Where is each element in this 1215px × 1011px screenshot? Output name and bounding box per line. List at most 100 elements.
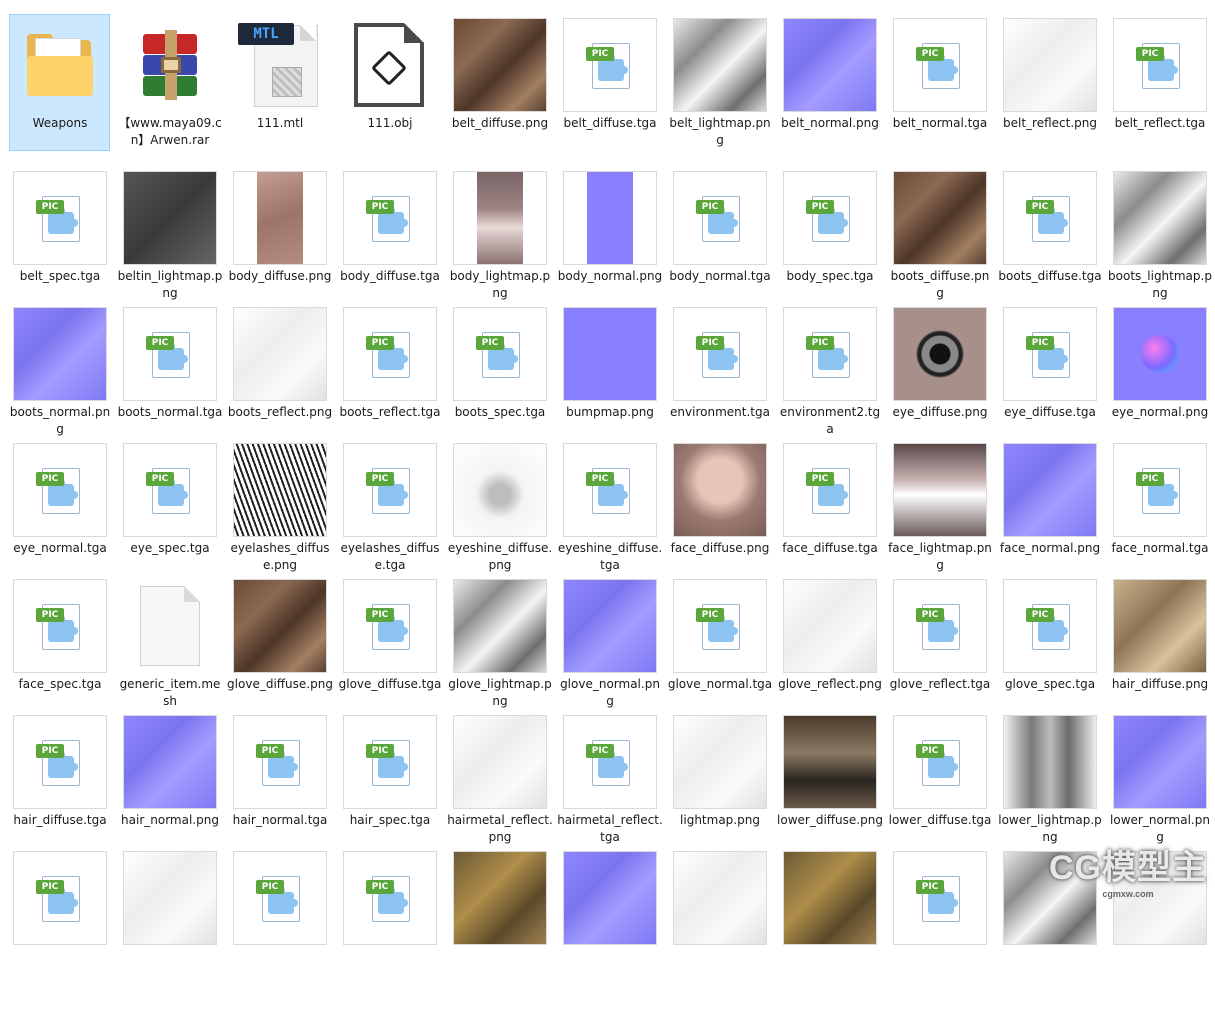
file-thumbnail: PIC xyxy=(673,171,767,265)
generic-image-file-icon: PIC xyxy=(806,330,854,378)
generic-image-file-icon: PIC xyxy=(366,194,414,242)
file-name-label: hairmetal_reflect.png xyxy=(447,813,553,844)
file-thumbnail: PIC xyxy=(893,18,987,112)
file-item[interactable]: PIC xyxy=(335,851,445,1011)
file-name-label: glove_spec.tga xyxy=(1004,677,1096,691)
file-name-label: beltin_lightmap.png xyxy=(117,269,223,300)
file-item[interactable] xyxy=(665,851,775,1011)
generic-image-file-icon: PIC xyxy=(696,330,744,378)
file-item[interactable] xyxy=(555,851,665,1011)
texture-thumbnail xyxy=(234,444,326,536)
file-name-label: body_normal.png xyxy=(557,269,663,283)
file-name-label: bumpmap.png xyxy=(566,405,654,419)
generic-image-file-icon: PIC xyxy=(366,602,414,650)
generic-image-file-icon: PIC xyxy=(146,330,194,378)
generic-image-file-icon: PIC xyxy=(146,466,194,514)
file-name-label: body_spec.tga xyxy=(786,269,874,283)
file-name-label: belt_diffuse.png xyxy=(451,116,549,130)
texture-thumbnail xyxy=(454,580,546,672)
file-thumbnail: PIC xyxy=(343,579,437,673)
file-thumbnail xyxy=(893,171,987,265)
file-thumbnail xyxy=(453,443,547,537)
file-thumbnail: PIC xyxy=(893,715,987,809)
folder-item[interactable]: Weapons xyxy=(5,14,115,178)
winrar-archive-icon xyxy=(135,30,205,100)
file-thumbnail: PIC xyxy=(783,307,877,401)
file-item[interactable]: belt_diffuse.png xyxy=(445,18,555,178)
file-thumbnail: PIC xyxy=(673,579,767,673)
file-thumbnail xyxy=(233,171,327,265)
folder-icon xyxy=(27,34,93,96)
file-item[interactable]: 111.obj xyxy=(335,18,445,178)
texture-thumbnail xyxy=(1004,716,1096,808)
file-name-label: glove_reflect.png xyxy=(778,677,882,691)
file-item[interactable]: 【www.maya09.cn】Arwen.rar xyxy=(115,18,225,178)
file-name-label: body_diffuse.tga xyxy=(340,269,440,283)
texture-thumbnail xyxy=(1004,19,1096,111)
texture-thumbnail xyxy=(784,852,876,944)
generic-image-file-icon: PIC xyxy=(1026,194,1074,242)
file-item[interactable]: PIC xyxy=(225,851,335,1011)
file-item[interactable]: PIC belt_diffuse.tga xyxy=(555,18,665,178)
texture-thumbnail xyxy=(124,852,216,944)
file-item[interactable]: PIC belt_reflect.tga xyxy=(1105,18,1215,178)
file-name-label: lightmap.png xyxy=(680,813,760,827)
mtl-badge: MTL xyxy=(238,23,294,45)
file-item[interactable] xyxy=(775,851,885,1011)
file-name-label: glove_normal.tga xyxy=(667,677,773,691)
file-item[interactable]: belt_normal.png xyxy=(775,18,885,178)
file-item[interactable]: PIC belt_normal.tga xyxy=(885,18,995,178)
file-thumbnail: PIC xyxy=(343,851,437,945)
file-name-label: eye_diffuse.tga xyxy=(1004,405,1096,419)
file-name-label: eye_normal.png xyxy=(1111,405,1209,419)
file-thumbnail: PIC xyxy=(13,851,107,945)
file-name-label: belt_normal.png xyxy=(781,116,879,130)
file-item[interactable]: belt_reflect.png xyxy=(995,18,1105,178)
file-item[interactable]: MTL 111.mtl xyxy=(225,18,335,178)
file-item[interactable] xyxy=(445,851,555,1011)
file-thumbnail xyxy=(673,715,767,809)
file-name-label: 【www.maya09.cn】Arwen.rar xyxy=(118,116,222,147)
file-name-label: body_lightmap.png xyxy=(449,269,551,300)
file-name-label: body_normal.tga xyxy=(669,269,771,283)
file-name-label: generic_item.mesh xyxy=(119,677,221,708)
file-name-label: belt_diffuse.tga xyxy=(563,116,657,130)
file-thumbnail: PIC xyxy=(893,851,987,945)
generic-image-file-icon: PIC xyxy=(586,41,634,89)
file-thumbnail: PIC xyxy=(123,307,217,401)
file-thumbnail xyxy=(453,851,547,945)
file-thumbnail xyxy=(1113,171,1207,265)
file-thumbnail xyxy=(673,443,767,537)
file-thumbnail xyxy=(673,18,767,112)
file-thumbnail xyxy=(563,171,657,265)
texture-thumbnail xyxy=(564,308,656,400)
file-thumbnail: MTL xyxy=(233,18,327,112)
texture-thumbnail xyxy=(784,716,876,808)
file-name-label: boots_diffuse.tga xyxy=(998,269,1102,283)
texture-thumbnail xyxy=(477,172,523,264)
generic-image-file-icon: PIC xyxy=(1026,330,1074,378)
file-item[interactable]: belt_lightmap.png xyxy=(665,18,775,178)
file-thumbnail xyxy=(123,579,217,673)
file-name-label: hair_normal.tga xyxy=(232,813,328,827)
file-thumbnail xyxy=(123,171,217,265)
texture-thumbnail xyxy=(894,308,986,400)
file-thumbnail xyxy=(893,307,987,401)
file-name-label: glove_lightmap.png xyxy=(448,677,552,708)
file-name-label: boots_spec.tga xyxy=(454,405,546,419)
file-item[interactable]: PIC xyxy=(885,851,995,1011)
file-thumbnail xyxy=(1003,715,1097,809)
file-thumbnail: PIC xyxy=(1003,171,1097,265)
file-icon-grid: Weapons 【www.maya09.cn】Arwen.rar MTL 111.mt… xyxy=(0,0,1215,945)
file-thumbnail: PIC xyxy=(233,715,327,809)
file-item[interactable]: PIC xyxy=(5,851,115,1011)
texture-thumbnail xyxy=(1114,716,1206,808)
file-name-label: face_lightmap.png xyxy=(888,541,992,572)
file-name-label: eyeshine_diffuse.tga xyxy=(557,541,663,572)
file-item[interactable] xyxy=(115,851,225,1011)
generic-image-file-icon: PIC xyxy=(366,874,414,922)
file-name-label: boots_reflect.png xyxy=(227,405,333,419)
texture-thumbnail xyxy=(674,716,766,808)
file-thumbnail xyxy=(783,715,877,809)
file-thumbnail: PIC xyxy=(1113,18,1207,112)
